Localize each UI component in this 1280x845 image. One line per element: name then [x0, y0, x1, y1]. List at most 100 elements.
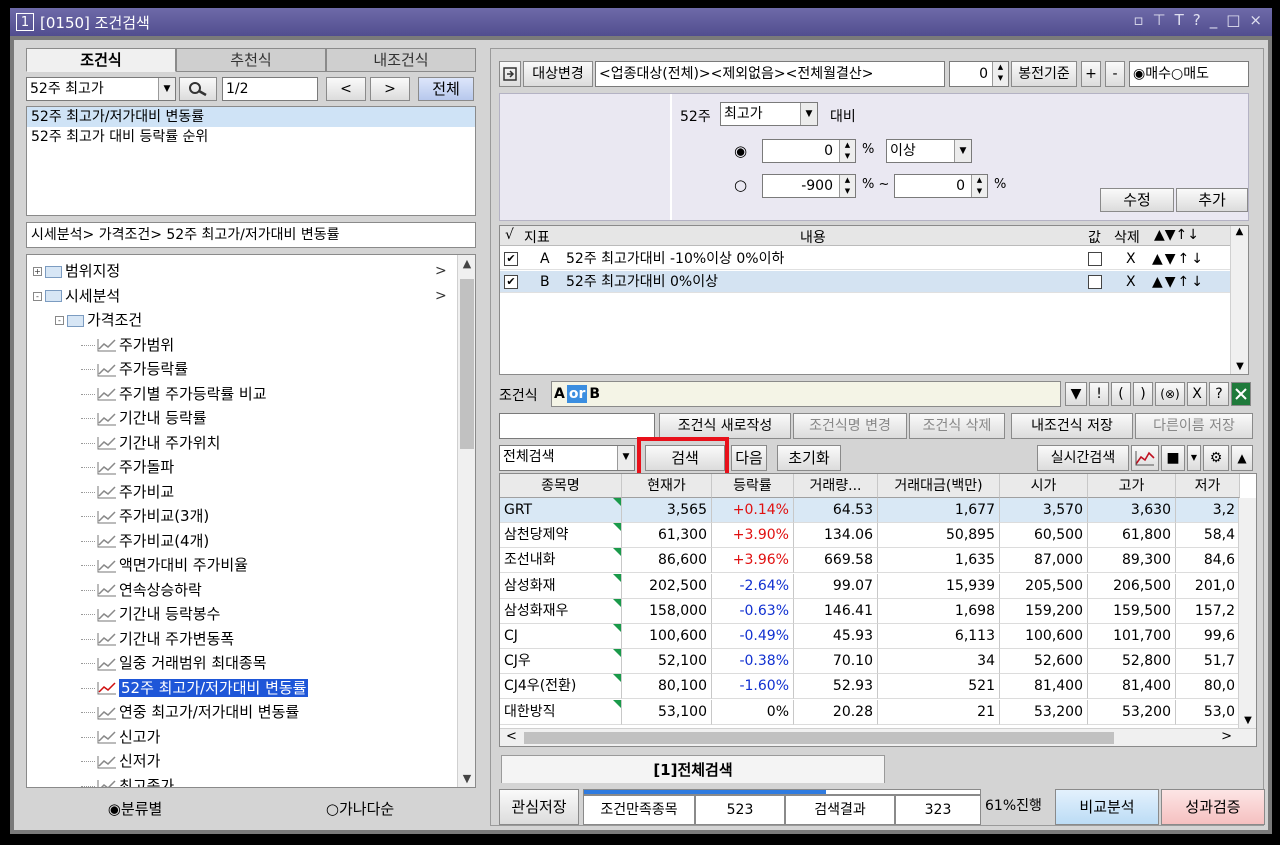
table-cell[interactable]: 3,2 [1176, 498, 1240, 523]
new-condition-button[interactable]: 조건식 새로작성 [659, 413, 791, 439]
table-cell[interactable]: +3.90% [712, 523, 794, 549]
tree-item[interactable]: 주기별 주가등락률 비교 [81, 382, 267, 406]
tree-item[interactable]: 일중 거래범위 최대종목 [81, 651, 267, 675]
condition-search-combo[interactable]: 52주 최고가 ▼ [26, 77, 176, 101]
table-cell[interactable]: 159,200 [1000, 598, 1088, 624]
sell-radio[interactable]: 매도 [1183, 66, 1209, 82]
next-button[interactable]: > [370, 77, 410, 101]
delete-icon[interactable]: X [1126, 271, 1136, 293]
table-cell[interactable]: 60,500 [1000, 523, 1088, 549]
scroll-down-icon[interactable]: ▼ [1231, 361, 1248, 372]
table-cell[interactable]: 45.93 [794, 624, 878, 649]
gear-icon[interactable]: ⚙ [1203, 445, 1229, 471]
tree-item[interactable]: 신저가 [81, 749, 160, 773]
xor-button[interactable]: (⊗) [1155, 382, 1185, 406]
table-cell[interactable]: 521 [878, 674, 1000, 700]
tree-scrollbar[interactable]: ▲ ▼ [457, 255, 475, 787]
table-cell[interactable]: 0% [712, 699, 794, 725]
table-cell[interactable]: 64.53 [794, 498, 878, 523]
formula-input[interactable]: Aor B [551, 381, 1061, 407]
search-button[interactable] [179, 77, 217, 101]
result-h-scrollbar[interactable]: < > [500, 728, 1256, 746]
table-row[interactable]: ✔ A 52주 최고가대비 -10%이상 0%이하 X ▲▼↑↓ [500, 248, 1231, 270]
column-header[interactable]: 거래대금(백만) [878, 474, 1000, 498]
table-cell[interactable]: 53,0 [1176, 699, 1240, 725]
stop-icon[interactable]: ■ [1161, 445, 1185, 471]
tree-item[interactable]: 액면가대비 주가비율 [81, 553, 248, 577]
tab-recommended[interactable]: 추천식 [176, 48, 326, 72]
table-cell[interactable]: 52,800 [1088, 649, 1176, 675]
stock-name-cell[interactable]: 대한방직 [500, 699, 622, 725]
stepper-icon[interactable]: ▲ ▼ [839, 140, 855, 162]
stepper-icon[interactable]: ▲ ▼ [839, 175, 855, 197]
dropdown-button[interactable]: ▼ [1065, 382, 1087, 406]
scroll-down-icon[interactable]: ▼ [458, 772, 475, 785]
minimize-icon[interactable]: _ [1210, 11, 1218, 29]
radio-category[interactable]: ◉분류별 [108, 798, 163, 819]
show-all-button[interactable]: 전체 [418, 77, 474, 101]
favorite-save-button[interactable]: 관심저장 [499, 789, 579, 825]
rename-condition-button[interactable]: 조건식명 변경 [793, 413, 907, 439]
expander-icon[interactable]: - [55, 316, 64, 325]
plus-button[interactable]: + [1081, 61, 1101, 87]
table-cell[interactable]: 81,400 [1088, 674, 1176, 700]
result-scrollbar[interactable]: ▼ [1238, 498, 1256, 728]
tree-item[interactable]: 연속상승하락 [81, 578, 202, 602]
collapse-icon[interactable]: ▲ [1231, 445, 1253, 471]
column-header[interactable]: 거래량... [794, 474, 878, 498]
table-cell[interactable]: 53,100 [622, 699, 712, 725]
table-cell[interactable]: 86,600 [622, 548, 712, 574]
table-cell[interactable]: 158,000 [622, 598, 712, 624]
dock-icon[interactable]: ▫ [1133, 11, 1143, 29]
performance-verify-button[interactable]: 성과검증 [1161, 789, 1265, 825]
not-button[interactable]: ! [1089, 382, 1109, 406]
tree-item[interactable]: 최고종가 [81, 774, 174, 787]
stock-name-cell[interactable]: 삼성화재우 [500, 598, 622, 624]
minus-button[interactable]: - [1105, 61, 1125, 87]
tree-item[interactable]: 주가비교(3개) [81, 504, 209, 528]
table-cell[interactable]: 101,700 [1088, 624, 1176, 649]
table-cell[interactable]: 21 [878, 699, 1000, 725]
column-header[interactable]: 등락률 [712, 474, 794, 498]
table-cell[interactable]: 61,800 [1088, 523, 1176, 549]
table-cell[interactable]: +0.14% [712, 498, 794, 523]
value-checkbox[interactable] [1088, 252, 1102, 266]
table-cell[interactable]: 52.93 [794, 674, 878, 700]
delete-icon[interactable]: X [1126, 248, 1136, 270]
chart-icon[interactable] [1131, 445, 1159, 471]
prev-button[interactable]: < [326, 77, 366, 101]
delete-condition-button[interactable]: 조건식 삭제 [909, 413, 1005, 439]
scroll-thumb[interactable] [460, 279, 474, 449]
table-cell[interactable]: 58,4 [1176, 523, 1240, 549]
table-cell[interactable]: 100,600 [622, 624, 712, 649]
save-condition-button[interactable]: 내조건식 저장 [1011, 413, 1133, 439]
column-header[interactable]: 저가 [1176, 474, 1240, 498]
scroll-right-icon[interactable]: > [1221, 729, 1232, 744]
table-cell[interactable]: 3,565 [622, 498, 712, 523]
tree-item[interactable]: 주가범위 [81, 333, 174, 357]
formula-token[interactable]: or [566, 385, 588, 403]
close-paren-button[interactable]: ) [1133, 382, 1153, 406]
table-cell[interactable]: 201,0 [1176, 573, 1240, 599]
chevron-down-icon[interactable]: ▼ [954, 140, 971, 162]
table-cell[interactable]: 34 [878, 649, 1000, 675]
tree-item[interactable]: 연중 최고가/저가대비 변동률 [81, 700, 299, 724]
condition-scrollbar[interactable]: ▲ ▼ [1230, 226, 1248, 374]
table-cell[interactable]: -0.49% [712, 624, 794, 649]
range-to-input[interactable]: 0 ▲ ▼ [894, 174, 988, 198]
table-cell[interactable]: 53,200 [1000, 699, 1088, 725]
table-cell[interactable]: 50,895 [878, 523, 1000, 549]
operator-combo[interactable]: 이상 ▼ [886, 139, 972, 163]
table-cell[interactable]: 1,698 [878, 598, 1000, 624]
tree-item[interactable]: 기간내 등락봉수 [81, 602, 220, 626]
pin-icon[interactable]: ⊤ [1153, 11, 1166, 29]
modify-button[interactable]: 수정 [1100, 188, 1174, 212]
row-checkbox[interactable]: ✔ [504, 252, 518, 266]
column-header[interactable]: 시가 [1000, 474, 1088, 498]
stepper-icon[interactable]: ▲ ▼ [992, 62, 1008, 86]
table-cell[interactable]: 81,400 [1000, 674, 1088, 700]
table-cell[interactable]: 52,100 [622, 649, 712, 675]
table-cell[interactable]: -1.60% [712, 674, 794, 700]
excel-icon[interactable] [1231, 382, 1251, 406]
add-button[interactable]: 추가 [1176, 188, 1248, 212]
